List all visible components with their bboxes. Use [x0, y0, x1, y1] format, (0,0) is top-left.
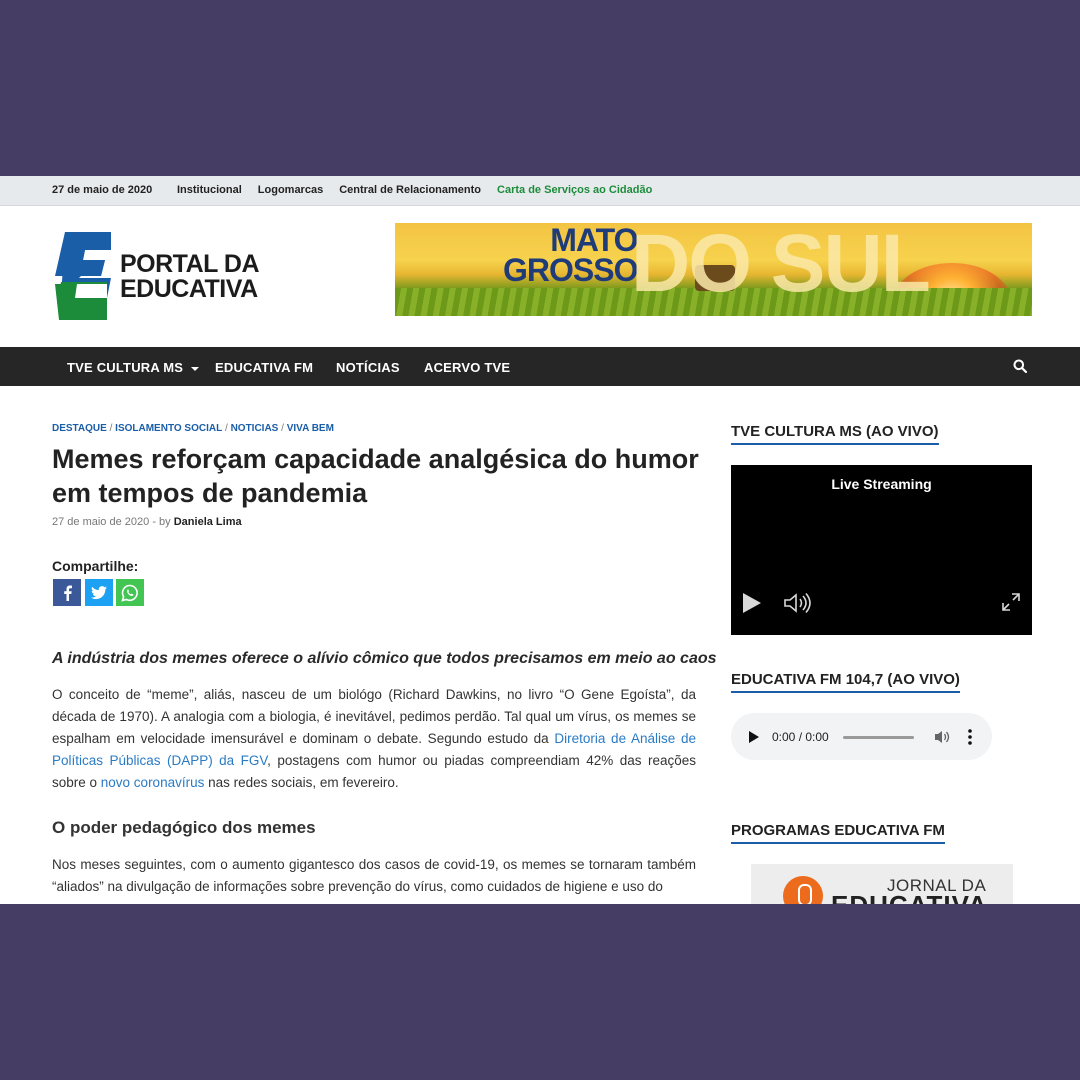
logo-line-2: EDUCATIVA: [120, 275, 258, 303]
audio-volume-icon[interactable]: [934, 729, 950, 745]
audio-play-icon[interactable]: [748, 730, 760, 744]
chevron-down-icon: [191, 366, 200, 371]
logo-e-icon: [55, 232, 111, 320]
play-icon[interactable]: [741, 592, 763, 614]
video-player[interactable]: Live Streaming: [731, 465, 1032, 635]
logo-text: PORTAL DA EDUCATIVA: [120, 250, 260, 303]
banner-line-2: GROSSO: [503, 252, 638, 288]
link-institucional[interactable]: Institucional: [177, 184, 242, 196]
banner-big-text: DO SUL: [631, 223, 931, 309]
nav-educativa-fm[interactable]: EDUCATIVA FM: [215, 360, 313, 375]
category-isolamento[interactable]: ISOLAMENTO SOCIAL: [115, 423, 222, 434]
main-nav: TVE CULTURA MS EDUCATIVA FM NOTÍCIAS ACE…: [0, 347, 1080, 386]
audio-time: 0:00 / 0:00: [772, 730, 829, 744]
category-viva-bem[interactable]: VIVA BEM: [287, 423, 334, 434]
microphone-icon: [783, 876, 823, 904]
category-noticias[interactable]: NOTICIAS: [231, 423, 279, 434]
link-novo-coronavirus[interactable]: novo coronavírus: [101, 775, 205, 790]
share-label: Compartilhe:: [52, 558, 139, 574]
browser-screenshot: 27 de maio de 2020 Institucional Logomar…: [0, 176, 1080, 904]
link-carta-servicos[interactable]: Carta de Serviços ao Cidadão: [497, 184, 652, 196]
twitter-icon: [91, 585, 107, 599]
whatsapp-icon: [121, 584, 138, 602]
article-title: Memes reforçam capacidade analgésica do …: [52, 444, 699, 508]
article-lead: A indústria dos memes oferece o alívio c…: [52, 650, 717, 667]
audio-player: 0:00 / 0:00: [731, 713, 992, 760]
banner-title: MATO GROSSO: [503, 223, 638, 288]
article-date[interactable]: 27 de maio de 2020: [52, 516, 149, 528]
nav-tve-label: TVE CULTURA MS: [67, 360, 184, 375]
audio-seek-bar[interactable]: [843, 736, 914, 739]
facebook-icon: [64, 585, 72, 601]
widget-title-tve: TVE CULTURA MS (AO VIVO): [731, 423, 939, 445]
program-thumbnail[interactable]: JORNAL DA EDUCATIVA: [751, 864, 1013, 904]
article-author[interactable]: Daniela Lima: [174, 516, 242, 528]
current-date: 27 de maio de 2020: [52, 184, 153, 196]
nav-acervo-tve[interactable]: ACERVO TVE: [424, 360, 510, 375]
article-subheading: O poder pedagógico dos memes: [52, 818, 316, 837]
program-line-2: EDUCATIVA: [831, 890, 988, 904]
logo-line-1: PORTAL DA: [120, 250, 260, 278]
link-logomarcas[interactable]: Logomarcas: [258, 184, 323, 196]
whatsapp-share-button[interactable]: [116, 579, 144, 606]
p1-text-3: nas redes sociais, em fevereiro.: [204, 775, 399, 790]
article-by: by: [159, 516, 171, 528]
banner-line-1: MATO: [550, 223, 638, 258]
article-paragraph-2: Nos meses seguintes, com o aumento gigan…: [52, 857, 696, 894]
top-links: Institucional Logomarcas Central de Rela…: [177, 184, 652, 196]
category-destaque[interactable]: DESTAQUE: [52, 423, 107, 434]
volume-icon[interactable]: [783, 592, 813, 614]
live-streaming-label: Live Streaming: [831, 476, 932, 492]
more-options-icon[interactable]: [967, 728, 973, 746]
facebook-share-button[interactable]: [53, 579, 81, 606]
widget-title-programas: PROGRAMAS EDUCATIVA FM: [731, 822, 945, 844]
nav-tve-cultura[interactable]: TVE CULTURA MS: [67, 360, 200, 375]
article-paragraph-1: O conceito de “meme”, aliás, nasceu de u…: [52, 684, 696, 794]
search-icon[interactable]: [1013, 359, 1027, 373]
ad-banner[interactable]: MATO GROSSO DO SUL: [395, 223, 1032, 316]
top-bar: 27 de maio de 2020 Institucional Logomar…: [0, 176, 1080, 206]
widget-title-fm: EDUCATIVA FM 104,7 (AO VIVO): [731, 671, 960, 693]
nav-noticias[interactable]: NOTÍCIAS: [336, 360, 400, 375]
twitter-share-button[interactable]: [85, 579, 113, 606]
article-categories: DESTAQUE / ISOLAMENTO SOCIAL / NOTICIAS …: [52, 423, 334, 434]
link-central-relacionamento[interactable]: Central de Relacionamento: [339, 184, 481, 196]
article-meta: 27 de maio de 2020 - by Daniela Lima: [52, 516, 242, 528]
fullscreen-icon[interactable]: [1002, 593, 1020, 611]
